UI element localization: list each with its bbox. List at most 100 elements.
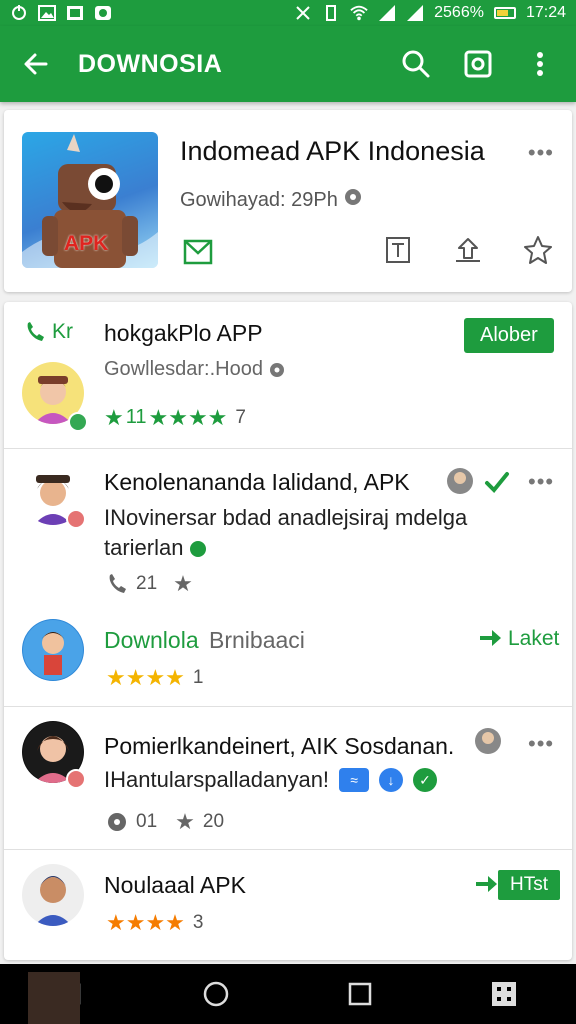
- install-button[interactable]: Alober: [464, 318, 554, 353]
- item-description: IHantularspalladanyan! ≈ ↓ ✓: [104, 765, 438, 795]
- check-icon: ✓: [413, 768, 438, 792]
- item-subtitle-row: Gowllesdar:.Hood: [104, 358, 285, 381]
- clock: 17:24: [525, 4, 566, 21]
- app-title: Indomead APK Indonesia: [180, 136, 485, 166]
- list-item[interactable]: Noulaaal APK HTst ★★★★ 3: [4, 850, 572, 958]
- item-description-text: INovinersar bdad anadlejsiraj mdelga tar…: [104, 505, 468, 560]
- more-horiz-icon[interactable]: •••: [528, 731, 554, 757]
- rating-count: 7: [235, 406, 246, 428]
- list-item[interactable]: Downlola Brnibaaci Laket ★★★★ 1: [4, 607, 572, 707]
- phone-icon: [27, 322, 44, 341]
- list-item[interactable]: Pomierlkandeinert, AIK Sosdanan. ••• IHa…: [4, 707, 572, 849]
- item-title-suffix: Brnibaaci: [209, 627, 305, 653]
- toolbar-title: DOWNOSIA: [78, 49, 223, 78]
- battery-icon: [493, 7, 516, 19]
- verified-icon: [484, 469, 510, 500]
- status-dot: [66, 509, 86, 529]
- item-subtitle: Gowllesdar:.Hood: [104, 358, 263, 380]
- toolbar-actions: [394, 42, 562, 86]
- more-vert-icon[interactable]: [518, 42, 562, 86]
- status-left: [10, 4, 112, 22]
- more-horiz-icon[interactable]: •••: [528, 140, 554, 166]
- tag-label: Kr: [24, 320, 73, 344]
- rating-stars: ★★★★: [148, 404, 228, 430]
- sync-icon: [10, 4, 28, 22]
- item-title: Downlola Brnibaaci: [104, 627, 305, 654]
- item-tag: Kr: [52, 320, 73, 343]
- star-icon[interactable]: [520, 232, 556, 268]
- list-item[interactable]: Kr hokgakPlo APP Alober Gowllesdar:.Hood…: [4, 302, 572, 448]
- app-icon-label: APK: [64, 232, 109, 255]
- rating-prefix: 11: [125, 406, 147, 428]
- hero-actions: [380, 232, 556, 268]
- item-title: Pomierlkandeinert, AIK Sosdanan.: [104, 733, 455, 759]
- item-title: Noulaaal APK: [104, 872, 246, 898]
- search-icon[interactable]: [394, 42, 438, 86]
- hitest-button-wrap: HTst: [474, 870, 560, 900]
- recent-app-thumbnail[interactable]: [28, 972, 80, 1024]
- hitest-button[interactable]: HTst: [498, 870, 560, 900]
- share-icon[interactable]: [450, 232, 486, 268]
- profile-icon: [474, 727, 502, 760]
- app-icon[interactable]: APK: [22, 132, 158, 268]
- mail-icon[interactable]: [180, 234, 216, 270]
- rating-count: 3: [192, 912, 204, 933]
- back-arrow-icon[interactable]: [14, 42, 58, 86]
- download-icon: ↓: [379, 768, 404, 792]
- battery-percent: 2566%: [434, 4, 484, 21]
- screenshot-icon[interactable]: [456, 42, 500, 86]
- badge-icon: [189, 541, 206, 558]
- status-dot: [66, 769, 86, 789]
- app-list-card: Kr hokgakPlo APP Alober Gowllesdar:.Hood…: [4, 302, 572, 960]
- location-icon: [108, 813, 126, 831]
- app-toolbar: DOWNOSIA: [0, 26, 576, 102]
- list-item[interactable]: Kenolenananda Ialidand, APK ••• INoviner…: [4, 449, 572, 607]
- app-subtitle-row: Gowihayad: 29Ph: [180, 188, 362, 212]
- camera-icon: [94, 4, 112, 22]
- avatar: [22, 619, 84, 681]
- meta-row: 21 ★: [106, 573, 193, 595]
- star-icon: ★: [175, 809, 195, 834]
- wifi-icon: [350, 4, 368, 22]
- profile-icon: [446, 467, 474, 500]
- home-icon[interactable]: [192, 970, 240, 1018]
- status-right: 2566% 17:24: [294, 4, 566, 22]
- item-title: hokgakPlo APP: [104, 320, 263, 346]
- star-icon: ★: [173, 571, 193, 596]
- item-description-text: IHantularspalladanyan!: [104, 767, 330, 792]
- meta-count: 21: [136, 573, 158, 594]
- info-icon: [344, 188, 362, 212]
- rating-stars: ★★★★: [106, 910, 185, 935]
- app-subtitle: Gowihayad: 29Ph: [180, 188, 338, 211]
- keyboard-icon: [66, 4, 84, 22]
- rating-stars: ★★★★: [106, 665, 185, 690]
- more-horiz-icon[interactable]: •••: [528, 469, 554, 495]
- phone-icon: [109, 574, 126, 593]
- app-header-card: APK Indomead APK Indonesia ••• Gowihayad…: [4, 110, 572, 292]
- messenger-icon: ≈: [339, 768, 370, 792]
- recents-icon[interactable]: [336, 970, 384, 1018]
- signal-icon: [406, 4, 424, 22]
- meta-row: 01 ★ 20: [106, 811, 224, 833]
- item-title-main: Downlola: [104, 627, 199, 653]
- mute-icon: [294, 4, 312, 22]
- latest-link-label: Laket: [508, 627, 560, 650]
- meta-count-a: 01: [136, 811, 158, 832]
- status-bar: 2566% 17:24: [0, 0, 576, 26]
- arrow-icon: [480, 630, 501, 646]
- meta-count-b: 20: [202, 811, 225, 832]
- status-dot: [68, 412, 88, 432]
- item-description: INovinersar bdad anadlejsiraj mdelga tar…: [104, 503, 544, 563]
- arrow-icon: [476, 876, 497, 892]
- rating: ★ 11 ★★★★ 7: [104, 406, 246, 429]
- latest-link[interactable]: Laket: [478, 627, 559, 651]
- vibrate-icon: [322, 4, 340, 22]
- item-title: Kenolenananda Ialidand, APK: [104, 469, 410, 495]
- star-icon: ★: [104, 404, 124, 430]
- text-icon[interactable]: [380, 232, 416, 268]
- avatar: [22, 864, 84, 926]
- grid-icon[interactable]: [480, 970, 528, 1018]
- info-icon: [269, 362, 284, 377]
- image-icon: [38, 4, 56, 22]
- rating: ★★★★ 3: [106, 912, 203, 934]
